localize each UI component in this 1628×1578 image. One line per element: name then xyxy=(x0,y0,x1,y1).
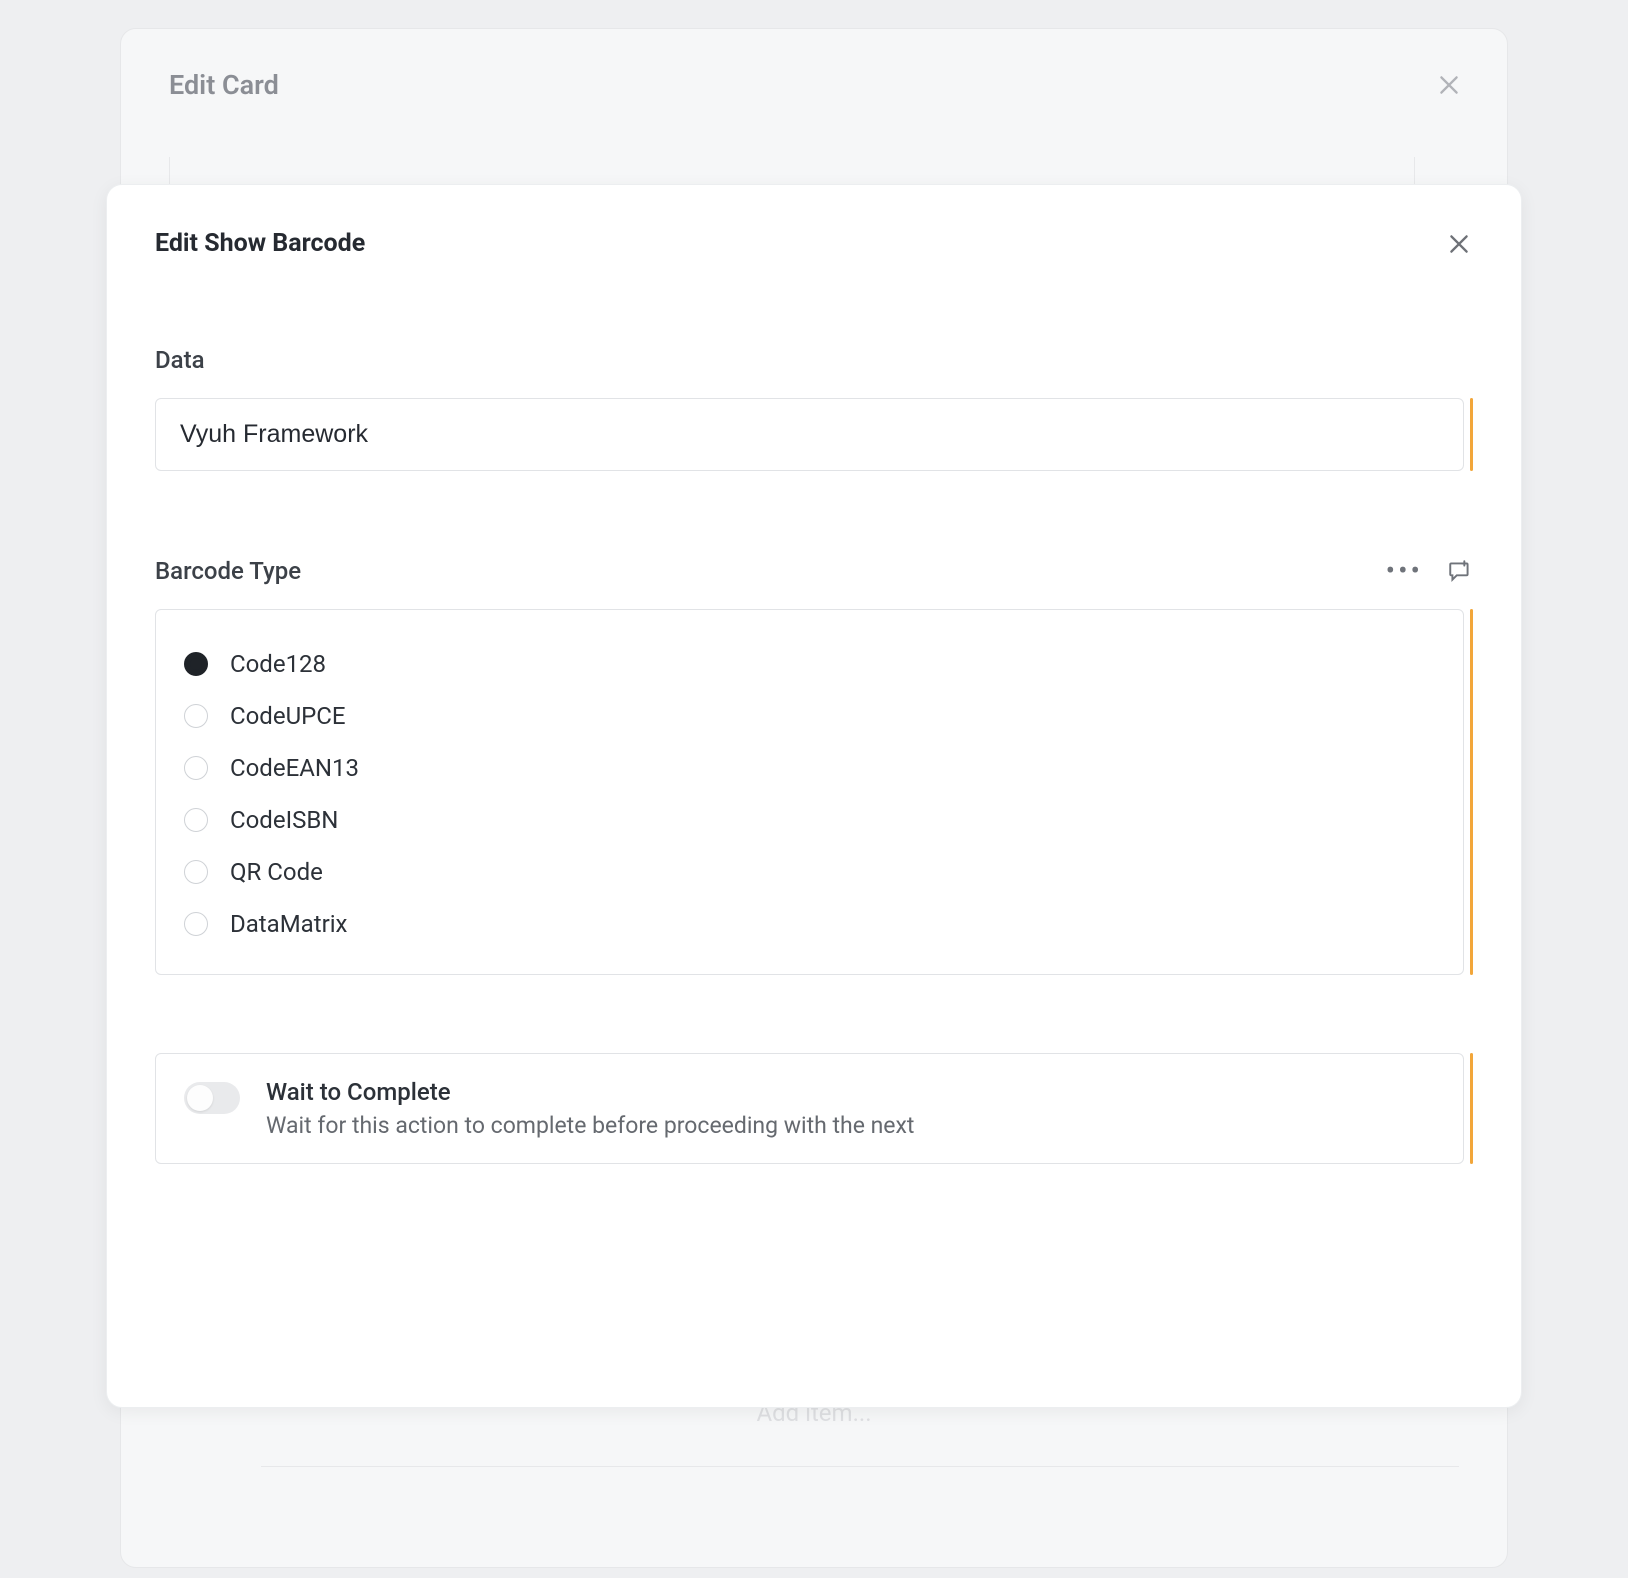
radio-label: CodeEAN13 xyxy=(230,754,359,782)
data-field: Data xyxy=(155,346,1473,471)
toggle-knob xyxy=(187,1085,213,1111)
inner-dialog-header: Edit Show Barcode xyxy=(155,229,1473,258)
wait-field: Wait to Complete Wait for this action to… xyxy=(155,1053,1473,1164)
outer-dialog-header: Edit Card xyxy=(121,29,1507,137)
radio-label: CodeUPCE xyxy=(230,702,346,730)
comment-icon[interactable] xyxy=(1447,558,1473,584)
barcode-type-option[interactable]: DataMatrix xyxy=(184,898,1435,950)
radio-icon xyxy=(184,912,208,936)
inner-dialog: Edit Show Barcode Data Barcode Type ••• xyxy=(106,184,1522,1408)
radio-icon xyxy=(184,704,208,728)
radio-label: DataMatrix xyxy=(230,910,347,938)
field-change-indicator xyxy=(1470,609,1473,975)
close-icon[interactable] xyxy=(1435,71,1463,99)
radio-icon xyxy=(184,860,208,884)
radio-label: QR Code xyxy=(230,858,323,886)
radio-label: Code128 xyxy=(230,650,326,678)
field-change-indicator xyxy=(1470,398,1473,471)
wait-title: Wait to Complete xyxy=(266,1078,914,1106)
inner-dialog-title: Edit Show Barcode xyxy=(155,229,365,258)
wait-text: Wait to Complete Wait for this action to… xyxy=(266,1078,914,1139)
barcode-type-option[interactable]: QR Code xyxy=(184,846,1435,898)
close-icon[interactable] xyxy=(1445,230,1473,258)
ghost-border-bottom xyxy=(261,1466,1459,1467)
barcode-type-options: Code128 CodeUPCE CodeEAN13 CodeISBN QR C… xyxy=(155,609,1464,975)
radio-icon xyxy=(184,756,208,780)
field-actions: ••• xyxy=(1386,557,1473,585)
barcode-type-option[interactable]: Code128 xyxy=(184,638,1435,690)
barcode-type-field: Barcode Type ••• Code128 CodeUPCE xyxy=(155,557,1473,975)
data-input[interactable] xyxy=(155,398,1464,471)
barcode-type-label: Barcode Type xyxy=(155,557,301,585)
data-field-label: Data xyxy=(155,346,205,374)
barcode-type-option[interactable]: CodeEAN13 xyxy=(184,742,1435,794)
radio-label: CodeISBN xyxy=(230,806,338,834)
field-change-indicator xyxy=(1470,1053,1473,1164)
radio-icon xyxy=(184,652,208,676)
outer-dialog-title: Edit Card xyxy=(169,69,279,101)
wait-toggle[interactable] xyxy=(184,1082,240,1114)
radio-icon xyxy=(184,808,208,832)
more-icon[interactable]: ••• xyxy=(1386,557,1423,585)
barcode-type-option[interactable]: CodeISBN xyxy=(184,794,1435,846)
barcode-type-option[interactable]: CodeUPCE xyxy=(184,690,1435,742)
wait-description: Wait for this action to complete before … xyxy=(266,1112,914,1139)
